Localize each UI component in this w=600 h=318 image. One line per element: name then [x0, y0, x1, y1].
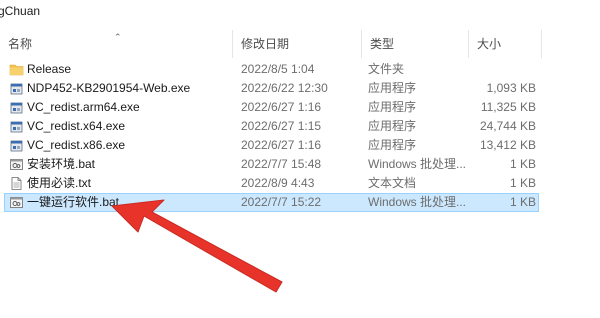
column-header-type-label: 类型 — [370, 37, 395, 51]
batch-file-icon — [10, 159, 23, 170]
installer-icon — [10, 102, 23, 114]
file-name: 使用必读.txt — [27, 176, 92, 190]
file-date: 2022/7/7 15:48 — [241, 157, 322, 171]
file-type: 文件夹 — [368, 62, 405, 76]
file-list: Release 2022/8/5 1:04 文件夹 NDP452-KB29019… — [0, 60, 600, 212]
file-type: 应用程序 — [368, 138, 417, 152]
file-type: Windows 批处理... — [368, 195, 467, 209]
file-type: 应用程序 — [368, 100, 417, 114]
file-name: VC_redist.arm64.exe — [27, 100, 140, 114]
file-size: 24,744 KB — [479, 119, 536, 133]
file-date: 2022/6/27 1:16 — [241, 100, 322, 114]
file-date: 2022/6/22 12:30 — [241, 81, 328, 95]
file-name: NDP452-KB2901954-Web.exe — [27, 81, 191, 95]
installer-icon — [10, 121, 23, 133]
file-size: 13,412 KB — [479, 138, 536, 152]
file-explorer-window: gChuan ⌃ 名称 修改日期 类型 大小 Release 2022/8/5 … — [0, 0, 600, 318]
file-size: 11,325 KB — [480, 100, 536, 114]
column-header-name[interactable]: 名称 — [0, 30, 232, 58]
column-header-type[interactable]: 类型 — [362, 30, 468, 58]
file-row-vc-x86[interactable]: VC_redist.x86.exe 2022/6/27 1:16 应用程序 13… — [0, 136, 600, 155]
address-path[interactable]: gChuan — [0, 0, 600, 22]
batch-file-icon — [10, 197, 23, 208]
column-header-row: ⌃ 名称 修改日期 类型 大小 — [0, 30, 600, 58]
file-size: 1 KB — [509, 176, 536, 190]
file-row-install-env-bat[interactable]: 安装环境.bat 2022/7/7 15:48 Windows 批处理... 1… — [0, 155, 600, 174]
file-type: 应用程序 — [368, 119, 417, 133]
file-row-ndp452[interactable]: NDP452-KB2901954-Web.exe 2022/6/22 12:30… — [0, 79, 600, 98]
file-name: VC_redist.x86.exe — [27, 138, 126, 152]
file-name: 安装环境.bat — [27, 157, 96, 171]
file-row-readme-txt[interactable]: 使用必读.txt 2022/8/9 4:43 文本文档 1 KB — [0, 174, 600, 193]
file-size — [470, 60, 536, 79]
file-name: Release — [27, 62, 72, 76]
file-date: 2022/6/27 1:15 — [241, 119, 322, 133]
column-header-date-label: 修改日期 — [241, 37, 290, 51]
column-divider[interactable] — [541, 30, 542, 58]
installer-icon — [10, 140, 23, 152]
file-name: 一键运行软件.bat — [27, 195, 120, 209]
file-size: 1 KB — [509, 195, 536, 209]
column-header-date[interactable]: 修改日期 — [233, 30, 361, 58]
column-header-name-label: 名称 — [8, 37, 33, 51]
file-name: VC_redist.x64.exe — [27, 119, 126, 133]
folder-icon — [9, 64, 24, 76]
text-file-icon — [11, 177, 22, 190]
path-fragment: gChuan — [0, 4, 41, 18]
file-date: 2022/8/9 4:43 — [241, 176, 315, 190]
file-type: 应用程序 — [368, 81, 417, 95]
file-type: Windows 批处理... — [368, 157, 467, 171]
file-row-one-click-run-bat[interactable]: 一键运行软件.bat 2022/7/7 15:22 Windows 批处理...… — [0, 193, 600, 212]
installer-icon — [10, 83, 23, 95]
file-date: 2022/8/5 1:04 — [241, 62, 315, 76]
file-date: 2022/6/27 1:16 — [241, 138, 322, 152]
file-row-vc-x64[interactable]: VC_redist.x64.exe 2022/6/27 1:15 应用程序 24… — [0, 117, 600, 136]
file-row-vc-arm64[interactable]: VC_redist.arm64.exe 2022/6/27 1:16 应用程序 … — [0, 98, 600, 117]
column-header-size-label: 大小 — [477, 37, 502, 51]
file-date: 2022/7/7 15:22 — [241, 195, 322, 209]
column-header-size[interactable]: 大小 — [469, 30, 541, 58]
file-row-release[interactable]: Release 2022/8/5 1:04 文件夹 — [0, 60, 600, 79]
file-type: 文本文档 — [368, 176, 417, 190]
file-size: 1,093 KB — [486, 81, 536, 95]
file-size: 1 KB — [509, 157, 536, 171]
